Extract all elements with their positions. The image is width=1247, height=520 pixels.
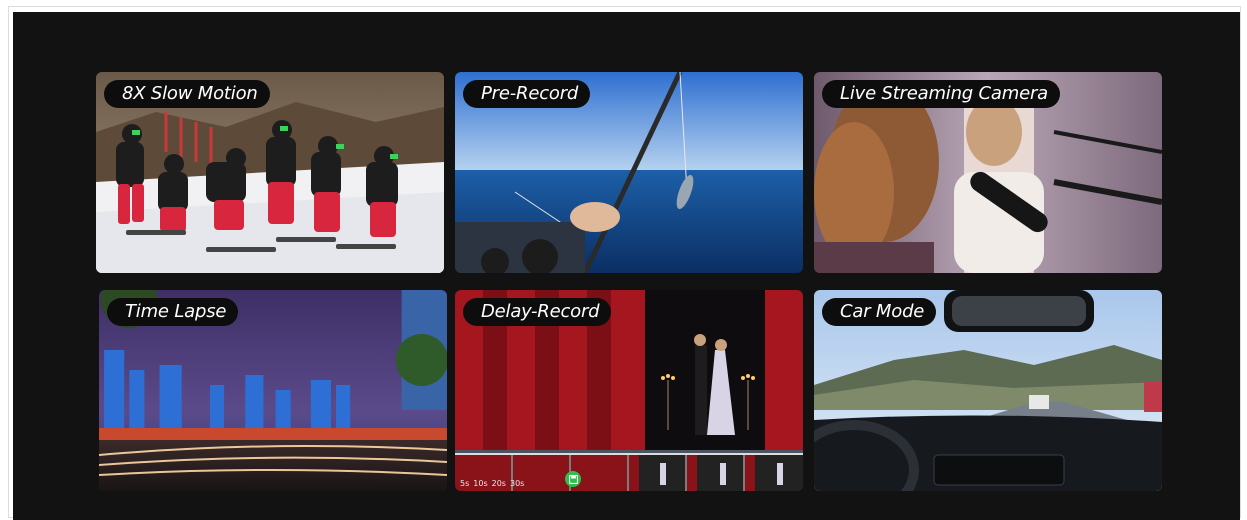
card-label: Delay-Record [463, 298, 612, 326]
card-label: Pre-Record [463, 80, 591, 108]
card-time-lapse[interactable]: Time Lapse [99, 290, 447, 491]
card-label: 8X Slow Motion [104, 80, 270, 108]
timeline-marker: 30s [509, 478, 525, 488]
timeline-markers: 5s 10s 20s 30s [459, 477, 525, 489]
delay-timeline[interactable]: 5s 10s 20s 30s [455, 453, 803, 491]
card-label: Live Streaming Camera [822, 80, 1060, 108]
timeline-marker: 20s [491, 478, 506, 488]
feature-grid: 8X Slow Motion Pre-Record Live Streaming… [13, 12, 1240, 520]
card-pre-record[interactable]: Pre-Record [455, 72, 803, 273]
card-live-streaming[interactable]: Live Streaming Camera [814, 72, 1162, 273]
card-slow-motion[interactable]: 8X Slow Motion [96, 72, 444, 273]
timeline-marker: 5s [460, 478, 470, 488]
save-icon[interactable] [565, 471, 581, 487]
card-delay-record[interactable]: 5s 10s 20s 30s Delay-Record [455, 290, 803, 491]
card-label: Car Mode [822, 298, 937, 326]
card-car-mode[interactable]: Car Mode [814, 290, 1162, 491]
timeline-marker: 10s [473, 478, 488, 488]
card-label: Time Lapse [107, 298, 239, 326]
